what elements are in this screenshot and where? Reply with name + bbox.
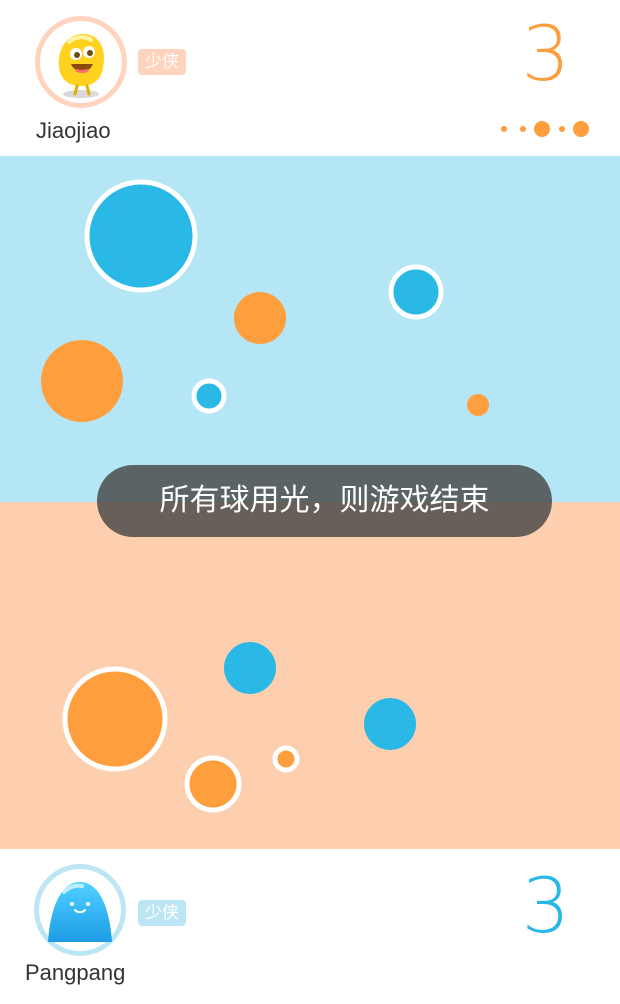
- yellow-blob-character-icon: [58, 34, 105, 98]
- game-over-hint-toast: 所有球用光，则游戏结束: [97, 465, 552, 537]
- bottom-player-name: Pangpang: [25, 960, 126, 985]
- bottom-player-rank-badge: 少侠: [138, 900, 186, 926]
- progress-dot: [534, 121, 550, 137]
- top-player-score: 3: [521, 9, 570, 98]
- ball-blue-large[interactable]: [84, 179, 198, 293]
- top-player-rank-badge: 少侠: [138, 49, 186, 75]
- bottom-player-avatar[interactable]: [34, 864, 126, 956]
- ball-orange-medium[interactable]: [234, 292, 286, 344]
- progress-dot: [573, 121, 589, 137]
- top-player-progress-dots: [501, 121, 589, 137]
- ball-orange-small[interactable]: [272, 745, 300, 773]
- ball-orange-tiny[interactable]: [467, 394, 489, 416]
- ball-orange-large[interactable]: [62, 666, 168, 772]
- ball-blue-small[interactable]: [191, 378, 227, 414]
- progress-dot: [559, 126, 565, 132]
- top-player-panel: 少侠 Jiaojiao 3: [0, 0, 620, 156]
- progress-dot: [520, 126, 526, 132]
- bottom-player-score: 3: [521, 861, 570, 950]
- ball-orange-large[interactable]: [41, 340, 123, 422]
- top-player-name: Jiaojiao: [36, 118, 111, 143]
- ball-blue-medium[interactable]: [388, 264, 444, 320]
- top-player-avatar[interactable]: [35, 16, 127, 108]
- ball-orange-medium[interactable]: [184, 755, 242, 813]
- game-screen: 少侠 Jiaojiao 3 所有球用光，则游戏结束 少侠 Pangpang 3: [0, 0, 620, 1004]
- blue-blob-character-icon: [48, 882, 112, 942]
- progress-dot: [501, 126, 507, 132]
- ball-blue-medium[interactable]: [364, 698, 416, 750]
- ball-blue-medium[interactable]: [224, 642, 276, 694]
